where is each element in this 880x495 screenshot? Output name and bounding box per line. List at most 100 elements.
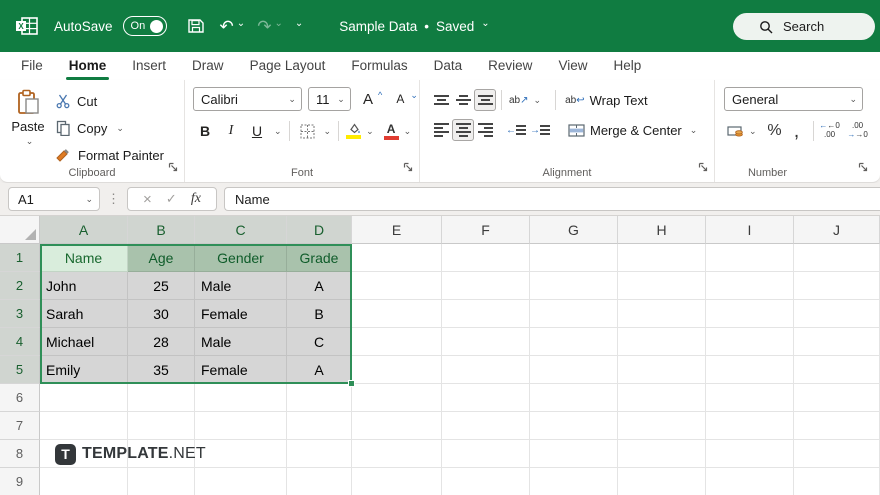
cell-B3[interactable]: 30	[128, 300, 195, 328]
tab-page-layout[interactable]: Page Layout	[237, 54, 339, 80]
underline-button[interactable]: U	[245, 120, 269, 142]
cell-B5[interactable]: 35	[128, 356, 195, 384]
cell-I7[interactable]	[706, 412, 794, 440]
cell-J6[interactable]	[794, 384, 880, 412]
orientation-chevron-icon[interactable]: ⌄	[534, 95, 542, 106]
tab-home[interactable]: Home	[56, 54, 120, 80]
cell-E8[interactable]	[352, 440, 442, 468]
cell-D2[interactable]: A	[287, 272, 352, 300]
cell-D5[interactable]: A	[287, 356, 352, 384]
row-header-3[interactable]: 3	[0, 300, 40, 328]
align-bottom-button[interactable]	[474, 89, 496, 111]
row-header-7[interactable]: 7	[0, 412, 40, 440]
cell-F7[interactable]	[442, 412, 530, 440]
cell-J9[interactable]	[794, 468, 880, 495]
cell-B4[interactable]: 28	[128, 328, 195, 356]
tab-review[interactable]: Review	[475, 54, 545, 80]
formula-input[interactable]: Name	[224, 187, 880, 211]
quick-access-more-icon[interactable]: ⌄	[295, 18, 303, 29]
cell-B6[interactable]	[128, 384, 195, 412]
cell-C5[interactable]: Female	[195, 356, 287, 384]
cell-E5[interactable]	[352, 356, 442, 384]
cell-H3[interactable]	[618, 300, 706, 328]
cell-I2[interactable]	[706, 272, 794, 300]
wrap-text-button[interactable]: ab↩ Wrap Text	[565, 93, 648, 108]
cell-H9[interactable]	[618, 468, 706, 495]
comma-style-button[interactable]: ,	[786, 120, 808, 142]
cell-A9[interactable]	[40, 468, 128, 495]
formula-bar-drag-icon[interactable]: ⋮	[107, 191, 120, 207]
fill-handle[interactable]	[348, 380, 355, 387]
align-right-button[interactable]	[474, 119, 496, 141]
cell-G7[interactable]	[530, 412, 618, 440]
number-format-select[interactable]: General ⌄	[724, 87, 863, 111]
tab-insert[interactable]: Insert	[119, 54, 179, 80]
font-dialog-launcher[interactable]	[403, 159, 413, 177]
cell-H8[interactable]	[618, 440, 706, 468]
cell-C9[interactable]	[195, 468, 287, 495]
font-color-button[interactable]: A	[383, 123, 399, 140]
cell-C2[interactable]: Male	[195, 272, 287, 300]
align-top-button[interactable]	[430, 89, 452, 111]
column-header-H[interactable]: H	[618, 216, 706, 244]
cell-H2[interactable]	[618, 272, 706, 300]
fill-color-button[interactable]	[346, 123, 362, 139]
cell-G1[interactable]	[530, 244, 618, 272]
cell-G4[interactable]	[530, 328, 618, 356]
name-box[interactable]: A1 ⌄	[8, 187, 100, 211]
cell-J1[interactable]	[794, 244, 880, 272]
tab-file[interactable]: File	[8, 54, 56, 80]
cell-A1[interactable]: Name	[40, 244, 128, 272]
bold-button[interactable]: B	[193, 120, 217, 142]
cell-G2[interactable]	[530, 272, 618, 300]
cell-E2[interactable]	[352, 272, 442, 300]
cell-J7[interactable]	[794, 412, 880, 440]
cell-H5[interactable]	[618, 356, 706, 384]
cell-F6[interactable]	[442, 384, 530, 412]
cell-F3[interactable]	[442, 300, 530, 328]
cell-F4[interactable]	[442, 328, 530, 356]
row-header-2[interactable]: 2	[0, 272, 40, 300]
clipboard-dialog-launcher[interactable]	[168, 159, 178, 177]
row-header-6[interactable]: 6	[0, 384, 40, 412]
row-header-4[interactable]: 4	[0, 328, 40, 356]
align-center-button[interactable]	[452, 119, 474, 141]
cell-E3[interactable]	[352, 300, 442, 328]
cut-button[interactable]: Cut	[56, 89, 164, 113]
cell-E9[interactable]	[352, 468, 442, 495]
column-header-F[interactable]: F	[442, 216, 530, 244]
tab-help[interactable]: Help	[600, 54, 654, 80]
cell-D4[interactable]: C	[287, 328, 352, 356]
cell-C4[interactable]: Male	[195, 328, 287, 356]
cell-F5[interactable]	[442, 356, 530, 384]
column-header-D[interactable]: D	[287, 216, 352, 244]
cell-F1[interactable]	[442, 244, 530, 272]
cell-G9[interactable]	[530, 468, 618, 495]
percent-style-button[interactable]: %	[764, 120, 786, 142]
autosave-toggle[interactable]: On	[122, 16, 167, 36]
fill-color-chevron-icon[interactable]: ⌄	[366, 126, 374, 137]
cell-I3[interactable]	[706, 300, 794, 328]
cell-G5[interactable]	[530, 356, 618, 384]
row-header-1[interactable]: 1	[0, 244, 40, 272]
cell-B7[interactable]	[128, 412, 195, 440]
decrease-indent-button[interactable]: ←	[504, 119, 528, 141]
column-header-I[interactable]: I	[706, 216, 794, 244]
cell-I6[interactable]	[706, 384, 794, 412]
tab-data[interactable]: Data	[421, 54, 476, 80]
excel-app-icon[interactable]: X	[14, 15, 40, 37]
column-header-G[interactable]: G	[530, 216, 618, 244]
cell-B1[interactable]: Age	[128, 244, 195, 272]
italic-button[interactable]: I	[219, 120, 243, 142]
cell-B9[interactable]	[128, 468, 195, 495]
cell-E7[interactable]	[352, 412, 442, 440]
font-color-chevron-icon[interactable]: ⌄	[404, 126, 412, 137]
tab-view[interactable]: View	[545, 54, 600, 80]
undo-icon[interactable]: ↶	[220, 18, 234, 35]
column-header-J[interactable]: J	[794, 216, 880, 244]
cell-F9[interactable]	[442, 468, 530, 495]
cell-H1[interactable]	[618, 244, 706, 272]
tab-draw[interactable]: Draw	[179, 54, 237, 80]
undo-chevron-icon[interactable]: ⌄	[237, 18, 245, 29]
insert-function-button[interactable]: fx	[191, 191, 201, 207]
